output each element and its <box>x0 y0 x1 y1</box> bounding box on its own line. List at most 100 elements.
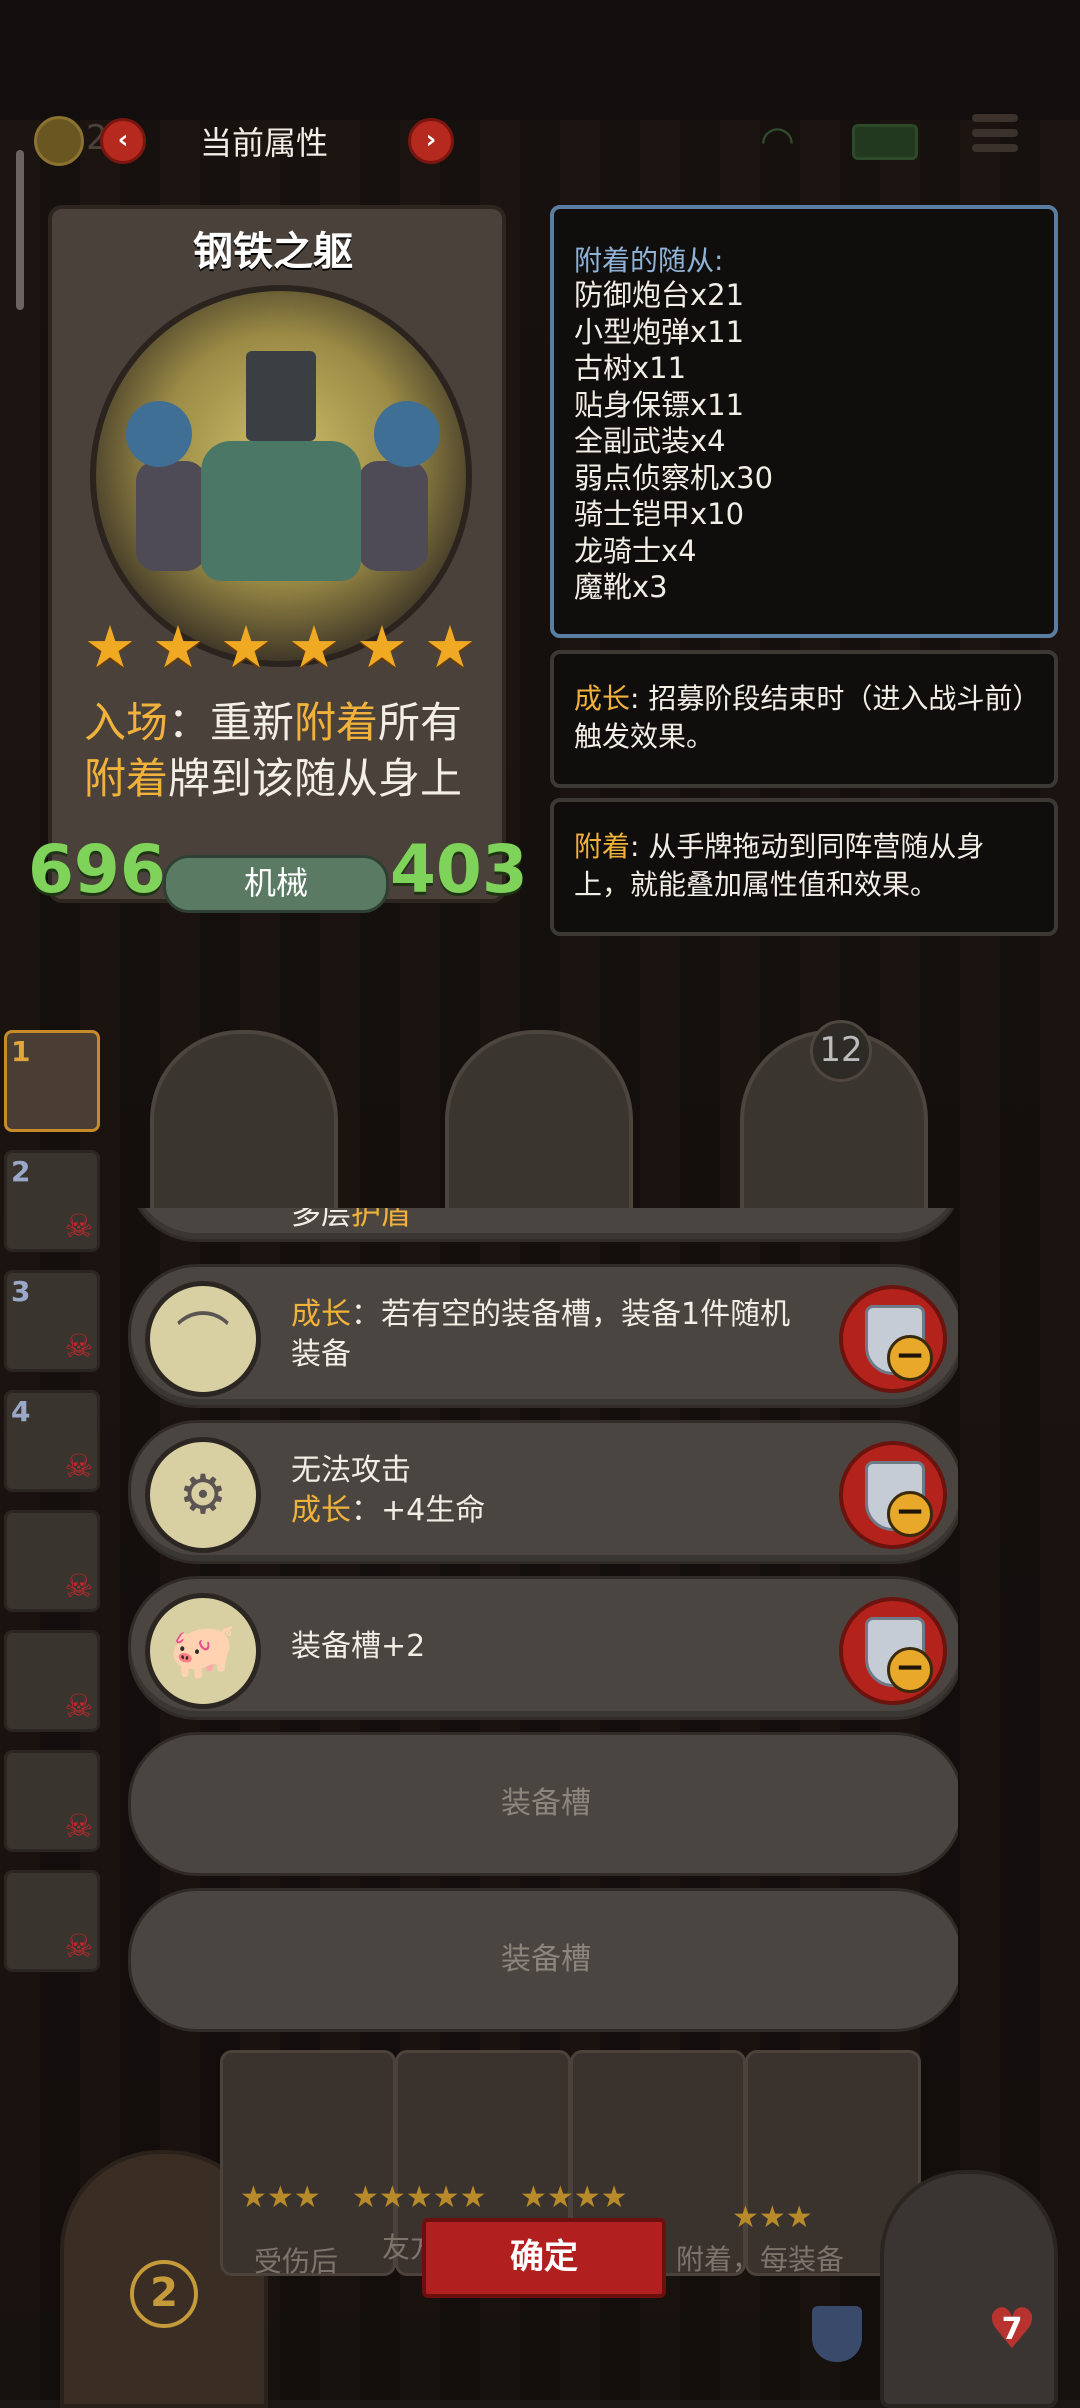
desc-text: ：重新 <box>167 698 294 747</box>
roster-item[interactable]: ☠ <box>4 1630 100 1732</box>
wifi-icon: ◠ <box>760 118 795 164</box>
hand-card-stars: ★★★ <box>240 2180 321 2215</box>
remove-effect-button[interactable]: − <box>839 1285 947 1393</box>
page-title: 当前属性 <box>200 124 329 162</box>
attached-minion-list: 防御炮台x21 小型炮弹x11 古树x11 贴身保镖x11 全副武装x4 弱点侦… <box>574 277 773 606</box>
skull-icon: ☠ <box>64 1927 93 1965</box>
prev-page-button[interactable]: ‹ <box>100 118 146 164</box>
armor-icon <box>812 2306 862 2362</box>
hero-portrait[interactable] <box>880 2170 1058 2408</box>
skull-icon: ☠ <box>64 1327 93 1365</box>
effect-body: ：+4生命 <box>351 1493 486 1528</box>
horseshoe-magnet-icon: ⌒ <box>176 1307 230 1370</box>
gold-count: 2 <box>130 2260 198 2328</box>
card-name: 钢铁之躯 <box>193 229 353 275</box>
card-description: 入场：重新附着所有 附着牌到该随从身上 <box>68 695 478 807</box>
hand-card-stars: ★★★★ <box>520 2180 628 2215</box>
roster-rank: 3 <box>11 1275 31 1308</box>
tooltip-body: : 招募阶段结束时（进入战斗前）触发效果。 <box>574 682 1027 753</box>
tribe-label: 机械 <box>163 855 389 913</box>
effect-icon: ⚙ <box>145 1437 261 1553</box>
gold-coin-icon <box>34 116 84 166</box>
effect-icon: ⌒ <box>145 1281 261 1397</box>
roster-item[interactable]: 1 <box>4 1030 100 1132</box>
keyword-attach: 附着 <box>294 698 379 747</box>
desc-text: 所有 <box>378 698 463 747</box>
effect-text: 成长：若有空的装备槽，装备1件随机装备 <box>291 1295 811 1375</box>
hand-card-text: 附着，每装备 <box>676 2243 845 2276</box>
roster-item[interactable]: ☠ <box>4 1870 100 1972</box>
equipment-slot[interactable]: 装备槽 <box>128 1732 958 1876</box>
keyword-attach: 附着 <box>83 754 168 803</box>
effect-row: ⌒ 成长：若有空的装备槽，装备1件随机装备 − <box>128 1264 958 1408</box>
keyword-growth: 成长 <box>574 682 631 715</box>
remove-effect-button[interactable]: − <box>839 1597 947 1705</box>
list-item: 骑士铠甲x10 <box>574 497 745 531</box>
roster-item[interactable]: 4 ☠ <box>4 1390 100 1492</box>
minus-icon: − <box>887 1335 933 1381</box>
keyword-attach: 附着 <box>574 830 631 863</box>
effect-row: ⚙ 无法攻击成长：+4生命 − <box>128 1420 958 1564</box>
pig-icon: 🐖 <box>169 1619 237 1682</box>
growth-tooltip: 成长: 招募阶段结束时（进入战斗前）触发效果。 <box>550 650 1058 788</box>
roster-rank: 1 <box>11 1035 31 1068</box>
star-icon: ★ <box>288 613 340 681</box>
battery-icon <box>852 124 918 160</box>
robot-arm-left <box>136 461 206 571</box>
effect-body: ：若有空的装备槽，装备1件随机装备 <box>291 1297 791 1372</box>
board-minion-card[interactable] <box>150 1030 338 1228</box>
panel-title: 附着的随从: <box>574 244 724 277</box>
roster-rank: 2 <box>11 1155 31 1188</box>
roster-item[interactable]: ☠ <box>4 1510 100 1612</box>
hand-card-text: 受伤后 <box>254 2245 339 2278</box>
menu-icon[interactable] <box>972 114 1018 162</box>
effect-line: 无法攻击 <box>291 1453 411 1488</box>
slot-label: 装备槽 <box>501 1786 591 1821</box>
equipment-slot[interactable]: 装备槽 <box>128 1888 958 2032</box>
hero-health: 7 <box>1001 2312 1023 2347</box>
skull-icon: ☠ <box>64 1567 93 1605</box>
star-icon: ★ <box>84 613 136 681</box>
skull-icon: ☠ <box>64 1687 93 1725</box>
health-value: 403 <box>390 831 528 908</box>
effect-icon: 🐖 <box>145 1593 261 1709</box>
list-item: 弱点侦察机x30 <box>574 460 774 495</box>
attach-tooltip: 附着: 从手牌拖动到同阵营随从身上，就能叠加属性值和效果。 <box>550 798 1058 936</box>
card-art-robot <box>90 285 472 667</box>
minus-icon: − <box>887 1647 933 1693</box>
effect-label: 多层 <box>291 1208 351 1232</box>
slot-label: 装备槽 <box>501 1942 591 1977</box>
roster-item[interactable]: 2 ☠ <box>4 1150 100 1252</box>
hand-card-stars: ★★★ <box>732 2200 813 2235</box>
confirm-button[interactable]: 确定 <box>422 2218 666 2298</box>
roster-rank: 4 <box>11 1395 31 1428</box>
effect-row: 🐖 装备槽+2 − <box>128 1576 958 1720</box>
skull-icon: ☠ <box>64 1807 93 1845</box>
robot-fist-left <box>126 401 192 467</box>
star-icon: ★ <box>220 613 272 681</box>
roster-item[interactable]: 3 ☠ <box>4 1270 100 1372</box>
skull-icon: ☠ <box>64 1447 93 1485</box>
list-item: 小型炮弹x11 <box>574 314 745 349</box>
next-page-button[interactable]: › <box>408 118 454 164</box>
attack-value: 696 <box>28 831 166 908</box>
tooltip-body: : 从手牌拖动到同阵营随从身上，就能叠加属性值和效果。 <box>574 830 985 901</box>
star-icon: ★ <box>356 613 408 681</box>
top-bar: 20 ‹ 当前属性 › ◠ <box>0 100 1080 180</box>
keyword-entry: 入场 <box>83 698 168 747</box>
minion-card: 钢铁之躯 ★ ★ ★ ★ ★ ★ 入场：重新附着所有 附着牌到该随从身上 696 机械 4… <box>28 205 528 920</box>
roster-item[interactable]: ☠ <box>4 1750 100 1852</box>
effect-text: 无法攻击成长：+4生命 <box>291 1451 811 1531</box>
list-item: 古树x11 <box>574 351 687 385</box>
remove-effect-button[interactable]: − <box>839 1441 947 1549</box>
effect-row: 多层护盾 <box>128 1208 958 1242</box>
keyword-growth: 成长 <box>291 1493 351 1528</box>
effects-list: 多层护盾 ⌒ 成长：若有空的装备槽，装备1件随机装备 − ⚙ 无法攻击 成长：+4… <box>128 1208 958 2048</box>
list-item: 龙骑士x4 <box>574 533 697 568</box>
robot-head <box>246 351 316 441</box>
keyword-growth: 成长 <box>291 1297 351 1332</box>
board-minion-card[interactable] <box>445 1030 633 1228</box>
robot-fist-right <box>374 401 440 467</box>
gear-coin-icon: ⚙ <box>178 1463 228 1526</box>
scrollbar[interactable] <box>16 150 24 310</box>
